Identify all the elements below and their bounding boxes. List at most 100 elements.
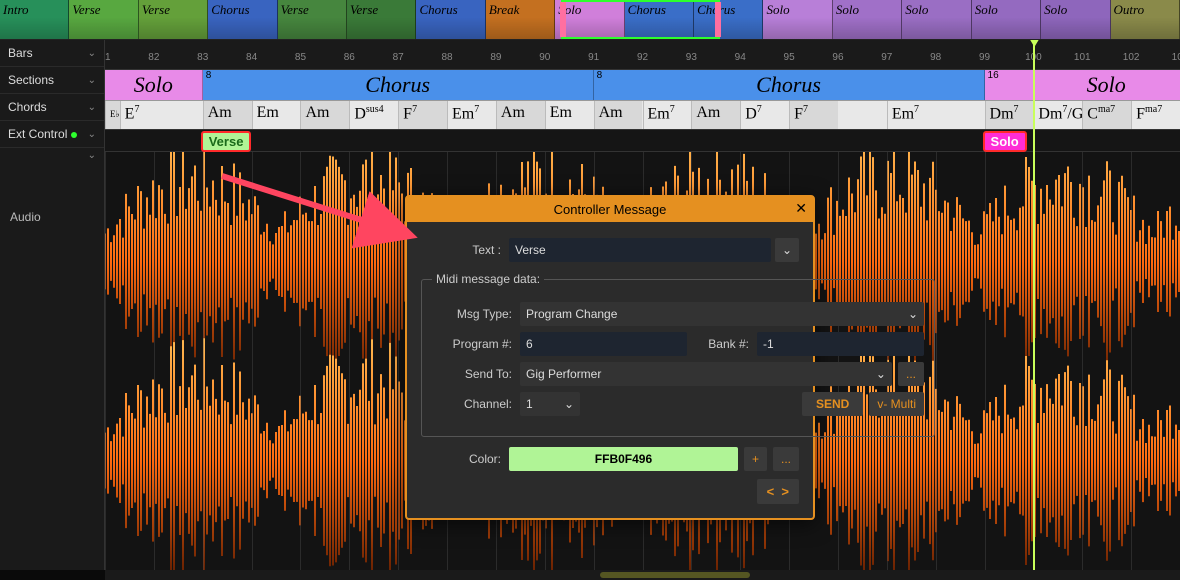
chord-cell[interactable]: Cma7 (1082, 101, 1131, 129)
section-block[interactable]: Solo (105, 70, 203, 100)
send-to-select[interactable]: Gig Performer⌄ (520, 362, 892, 386)
overview-segment[interactable]: Chorus (416, 0, 485, 39)
chord-cell[interactable]: Em7 (447, 101, 496, 129)
bar-number: 92 (637, 52, 648, 63)
midi-legend: Midi message data: (432, 272, 544, 286)
send-button[interactable]: SEND (802, 392, 863, 416)
bar-number: 96 (832, 52, 843, 63)
chord-cell[interactable]: Dsus4 (349, 101, 398, 129)
channel-select[interactable]: 1⌄ (520, 392, 580, 416)
chord-cell[interactable]: D7 (740, 101, 789, 129)
text-label: Text : (421, 243, 509, 257)
chord-cell[interactable]: Am (300, 101, 349, 129)
prev-button[interactable]: < > (757, 479, 799, 504)
track-header-bars[interactable]: Bars⌄ (0, 40, 104, 67)
text-dropdown-button[interactable]: ⌄ (775, 238, 799, 262)
controller-message-dialog: Controller Message ✕ Text : ⌄ Midi messa… (405, 195, 815, 520)
track-headers: Bars⌄Sections⌄Chords⌄Ext Control⌄ ⌄ Audi… (0, 40, 105, 570)
track-header-sections[interactable]: Sections⌄ (0, 67, 104, 94)
overview-segment[interactable]: Outro (1111, 0, 1180, 39)
multi-button[interactable]: v- Multi (869, 392, 924, 416)
midi-fieldset: Midi message data: Msg Type: Program Cha… (421, 272, 935, 437)
bar-number: 86 (344, 52, 355, 63)
program-input[interactable] (520, 332, 687, 356)
bar-number: 81 (105, 52, 111, 63)
overview-segment[interactable]: Chorus (625, 0, 694, 39)
overview-segment[interactable]: Solo (1041, 0, 1110, 39)
overview-segment[interactable]: Solo (833, 0, 902, 39)
chord-cell[interactable]: Am (496, 101, 545, 129)
track-header-chords[interactable]: Chords⌄ (0, 94, 104, 121)
bar-number: 94 (735, 52, 746, 63)
playhead[interactable] (1033, 40, 1035, 570)
bar-number: 87 (393, 52, 404, 63)
chord-cell[interactable]: Fma7 (1131, 101, 1180, 129)
chord-cell[interactable]: F7 (789, 101, 838, 129)
overview-segment[interactable]: Verse (347, 0, 416, 39)
text-input[interactable] (509, 238, 771, 262)
sections-lane[interactable]: Solo8Chorus8Chorus16Solo (105, 70, 1180, 100)
msg-type-label: Msg Type: (432, 307, 520, 321)
overview-segment[interactable]: Verse (139, 0, 208, 39)
bar-number: 84 (246, 52, 257, 63)
horizontal-scrollbar[interactable] (105, 570, 1180, 580)
bar-number: 90 (539, 52, 550, 63)
color-plus-button[interactable]: + (744, 447, 767, 471)
dialog-titlebar[interactable]: Controller Message ✕ (407, 197, 813, 222)
overview-segment[interactable]: Chorus (694, 0, 763, 39)
bars-ruler[interactable]: 8182838485868788899091929394959697989910… (105, 40, 1180, 70)
bar-number: 102 (1123, 52, 1140, 63)
channel-label: Channel: (432, 397, 520, 411)
overview-segment[interactable]: Solo (763, 0, 832, 39)
msg-type-select[interactable]: Program Change⌄ (520, 302, 924, 326)
overview-segment[interactable]: Solo (972, 0, 1041, 39)
overview-segment[interactable]: Solo (902, 0, 971, 39)
ext-control-marker[interactable]: Solo (983, 131, 1027, 152)
section-block[interactable]: 8Chorus (594, 70, 985, 100)
chords-lane[interactable]: E♭sus4E7AmEmAmDsus4F7Em7AmEmAmEm7AmD7F7E… (105, 100, 1180, 130)
chord-cell[interactable]: Am (691, 101, 740, 129)
overview-segment[interactable]: Solo (555, 0, 624, 39)
audio-track-label: Audio (10, 210, 41, 224)
ext-control-lane[interactable]: Verse Solo (105, 130, 1180, 152)
send-to-more-button[interactable]: ... (898, 362, 924, 386)
chord-cell[interactable]: Dm7/G (1033, 101, 1082, 129)
overview-segment[interactable]: Chorus (208, 0, 277, 39)
color-swatch[interactable]: FFB0F496 (509, 447, 738, 471)
overview-segment[interactable]: Verse (278, 0, 347, 39)
section-block[interactable]: 8Chorus (203, 70, 594, 100)
chord-cell[interactable]: Em (252, 101, 301, 129)
chord-cell[interactable]: Dm7 (985, 101, 1034, 129)
chord-cell[interactable]: E7 (120, 101, 203, 129)
program-label: Program #: (432, 337, 520, 351)
track-header-ext-control[interactable]: Ext Control⌄ (0, 121, 104, 148)
chord-cell[interactable]: Em (545, 101, 594, 129)
bar-number: 85 (295, 52, 306, 63)
overview-segment[interactable]: Break (486, 0, 555, 39)
chord-cell[interactable]: Am (594, 101, 643, 129)
ext-control-marker[interactable]: Verse (201, 131, 252, 152)
chord-cell[interactable]: F7 (398, 101, 447, 129)
overview-segment[interactable]: Verse (69, 0, 138, 39)
bar-number: 99 (979, 52, 990, 63)
bar-number: 95 (784, 52, 795, 63)
chord-cell[interactable]: Em7 (887, 101, 936, 129)
scrollbar-thumb[interactable] (600, 572, 751, 578)
bar-number: 97 (881, 52, 892, 63)
bar-number: 101 (1074, 52, 1091, 63)
close-icon[interactable]: ✕ (795, 200, 807, 217)
color-label: Color: (421, 452, 509, 466)
bar-number: 83 (197, 52, 208, 63)
bar-number: 93 (686, 52, 697, 63)
color-more-button[interactable]: ... (773, 447, 799, 471)
section-block[interactable]: 16Solo (985, 70, 1180, 100)
chord-cell[interactable]: E♭sus4 (105, 101, 120, 129)
send-to-label: Send To: (432, 367, 520, 381)
overview-segment[interactable]: Intro (0, 0, 69, 39)
chord-cell[interactable]: Em7 (643, 101, 692, 129)
bank-label: Bank #: (687, 337, 757, 351)
chord-cell[interactable]: Am (203, 101, 252, 129)
song-overview[interactable]: IntroVerseVerseChorusVerseVerseChorusBre… (0, 0, 1180, 40)
bank-input[interactable] (757, 332, 924, 356)
bar-number: 98 (930, 52, 941, 63)
